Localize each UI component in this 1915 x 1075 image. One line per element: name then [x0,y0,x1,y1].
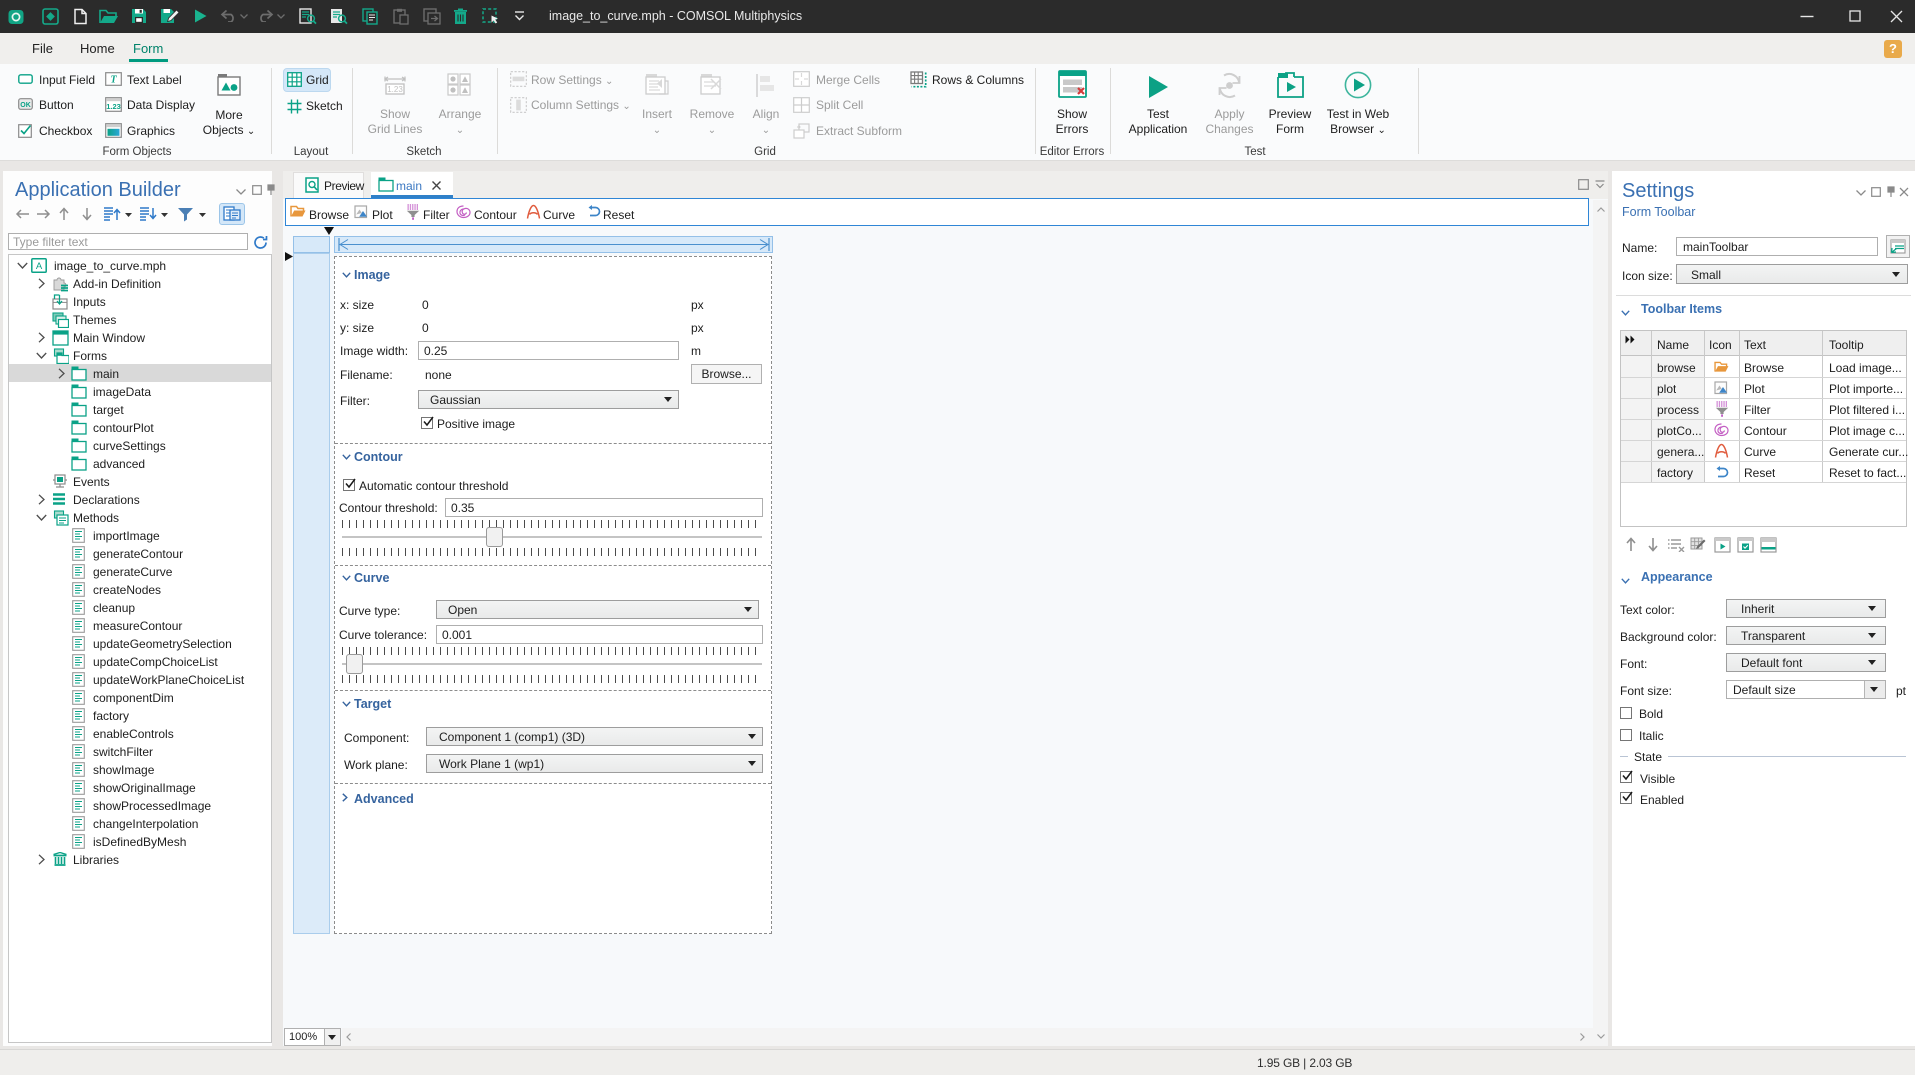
svg-text:1.23: 1.23 [106,102,121,111]
svg-text:A: A [36,261,43,272]
svg-text:T: T [110,75,117,86]
svg-text:1.23: 1.23 [387,85,403,94]
svg-text:OK: OK [20,102,31,109]
